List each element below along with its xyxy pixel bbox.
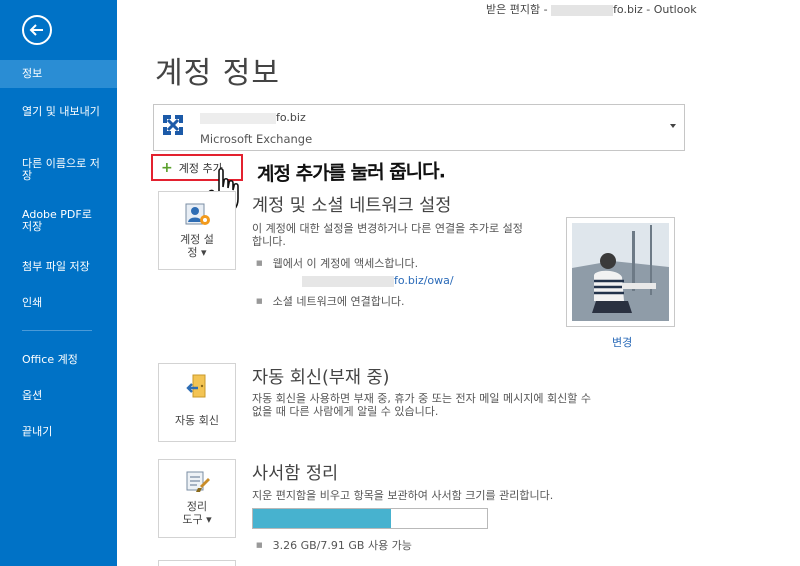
- nav-item-save-as[interactable]: 다른 이름으로 저장: [0, 158, 100, 182]
- mailbox-cleanup-description: 지운 편지함을 비우고 항목을 보관하여 사서함 크기를 관리합니다.: [252, 489, 554, 502]
- profile-photo-image: [572, 223, 669, 321]
- nav-divider: [22, 330, 92, 331]
- mailbox-cleanup-title: 사서함 정리: [252, 464, 339, 484]
- profile-photo: [566, 217, 675, 327]
- account-settings-title: 계정 및 소셜 네트워크 설정: [252, 196, 452, 216]
- change-photo-link[interactable]: 변경: [612, 334, 632, 350]
- mailbox-usage-text: 3.26 GB/7.91 GB 사용 가능: [256, 537, 412, 553]
- nav-item-options[interactable]: 옵션: [0, 390, 117, 402]
- auto-reply-button[interactable]: 자동 회신: [158, 363, 236, 442]
- nav-item-exit[interactable]: 끝내기: [0, 426, 117, 438]
- nav-item-office-account[interactable]: Office 계정: [0, 354, 117, 366]
- account-type: Microsoft Exchange: [200, 132, 313, 146]
- nav-item-open-export[interactable]: 열기 및 내보내기: [0, 106, 110, 118]
- redacted-text: [200, 112, 276, 124]
- window-title: 받은 편지함 - fo.biz - Outlook: [486, 3, 697, 16]
- cleanup-tools-label: 정리 도구 ▾: [182, 500, 212, 526]
- nav-item-info[interactable]: 정보: [0, 60, 117, 88]
- account-settings-description: 이 계정에 대한 설정을 변경하거나 다른 연결을 추가로 설정 합니다.: [252, 222, 523, 248]
- account-settings-icon: [185, 203, 210, 225]
- next-section-button-partial[interactable]: [158, 560, 236, 566]
- auto-reply-title: 자동 회신(부재 중): [252, 368, 390, 388]
- mailbox-usage-bar: [252, 508, 488, 529]
- account-settings-label: 계정 설 정 ▾: [180, 233, 214, 259]
- nav-item-save-pdf[interactable]: Adobe PDF로 저장: [0, 209, 100, 233]
- back-button[interactable]: [22, 15, 52, 45]
- account-email: fo.biz: [200, 111, 306, 124]
- cleanup-tools-icon: [186, 471, 210, 492]
- redacted-text: [302, 275, 394, 287]
- redacted-text: [551, 4, 614, 16]
- back-arrow-icon: [29, 24, 43, 36]
- owa-link[interactable]: fo.biz/owa/: [302, 274, 454, 287]
- chevron-down-icon[interactable]: [670, 124, 676, 128]
- page-title: 계정 정보: [155, 56, 280, 91]
- auto-reply-label: 자동 회신: [175, 414, 219, 427]
- account-settings-button[interactable]: 계정 설 정 ▾: [158, 191, 236, 270]
- nav-item-print[interactable]: 인쇄: [0, 297, 117, 309]
- account-selector[interactable]: fo.biz Microsoft Exchange: [153, 104, 685, 151]
- exchange-icon: [163, 115, 183, 135]
- tutorial-annotation: 계정 추가를 눌러 줍니다.: [256, 160, 446, 186]
- cleanup-tools-button[interactable]: 정리 도구 ▾: [158, 459, 236, 538]
- auto-reply-icon: [186, 374, 206, 398]
- mailbox-usage-fill: [253, 509, 391, 528]
- auto-reply-description: 자동 회신을 사용하면 부재 중, 휴가 중 또는 전자 메일 메시지에 회신할…: [252, 392, 591, 418]
- plus-icon: +: [161, 159, 173, 176]
- bullet-social-network: 소셜 네트워크에 연결합니다.: [256, 293, 405, 309]
- bullet-web-access: 웹에서 이 계정에 액세스합니다.: [256, 255, 419, 271]
- nav-item-save-attachments[interactable]: 첨부 파일 저장: [0, 261, 117, 273]
- backstage-sidebar: 정보 열기 및 내보내기 다른 이름으로 저장 Adobe PDF로 저장 첨부…: [0, 0, 117, 566]
